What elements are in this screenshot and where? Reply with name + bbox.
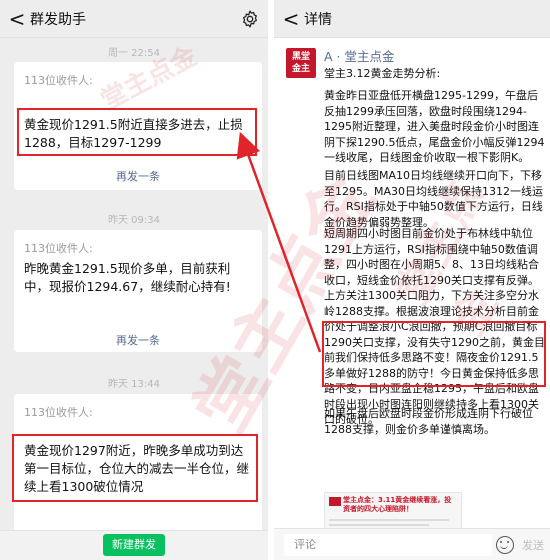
resend-link[interactable]: 再发一条 <box>14 168 262 184</box>
detail-screen: < 详情 黑堂金主 A · 堂主点金 堂主3.12黄金走势分析: 黄金昨日亚盘低… <box>274 0 550 560</box>
page-title: 群发助手 <box>30 11 86 28</box>
right-nav-bar: < 详情 <box>274 0 550 38</box>
broadcast-assistant-screen: < 群发助手 周一 22:54 113位收件人: 黄金现价1291.5附近直接多… <box>0 0 268 560</box>
gear-icon[interactable] <box>240 9 260 29</box>
highlight-box <box>17 108 257 156</box>
new-broadcast-button[interactable]: 新建群发 <box>103 534 165 556</box>
left-nav-bar: < 群发助手 <box>0 0 268 38</box>
back-icon[interactable]: < <box>4 7 30 31</box>
recipients-count: 113位收件人: <box>24 406 93 419</box>
broadcast-message: 昨晚黄金1291.5现价多单，目前获利中，现报价1294.67，继续耐心持有! <box>24 261 231 294</box>
thumbnail-line <box>329 519 449 521</box>
recipients-count: 113位收件人: <box>24 242 93 255</box>
thumbnail-title: 堂主点金：3.11黄金继续看涨，投资者的四大心理陷阱！ <box>343 496 452 513</box>
article-thumbnail[interactable]: 堂主点金：3.11黄金继续看涨，投资者的四大心理陷阱！ <box>324 492 462 532</box>
thumbnail-logo <box>329 497 341 506</box>
resend-link[interactable]: 再发一条 <box>14 332 262 348</box>
avatar[interactable]: 黑堂金主 <box>286 48 316 78</box>
send-button[interactable]: 发送 <box>522 537 544 553</box>
post-paragraph: 如果午盘后欧盘时段金价形成连阴下行破位1288支撑，则金价多单谨慎离场。 <box>324 407 533 436</box>
bottom-toolbar: 新建群发 <box>0 530 268 560</box>
page-title: 详情 <box>304 11 332 28</box>
message-timestamp: 昨天 09:34 <box>108 215 160 226</box>
comment-input[interactable]: 评论 <box>284 534 492 556</box>
post-paragraph: 目前日线图MA10日均线继续开口向下，下移至1295。MA30日均线继续保持13… <box>324 169 544 229</box>
back-icon[interactable]: < <box>278 7 304 31</box>
recipients-count: 113位收件人: <box>24 74 93 87</box>
highlight-box <box>12 434 258 502</box>
highlight-box <box>322 321 546 387</box>
message-timestamp: 周一 22:54 <box>108 48 160 59</box>
message-timestamp: 昨天 13:44 <box>108 379 160 390</box>
emoji-icon[interactable] <box>496 536 514 554</box>
thumbnail-line <box>329 524 429 526</box>
sender-name[interactable]: A · 堂主点金 <box>324 46 394 65</box>
post-heading: 堂主3.12黄金走势分析: <box>324 67 441 80</box>
comment-bar: 评论 发送 <box>274 528 550 560</box>
broadcast-card: 113位收件人: 昨晚黄金1291.5现价多单，目前获利中，现报价1294.67… <box>14 230 262 352</box>
post-paragraph: 黄金昨日亚盘低开横盘1295-1299，午盘后反抽1299承压回落，欧盘时段围绕… <box>324 89 545 164</box>
